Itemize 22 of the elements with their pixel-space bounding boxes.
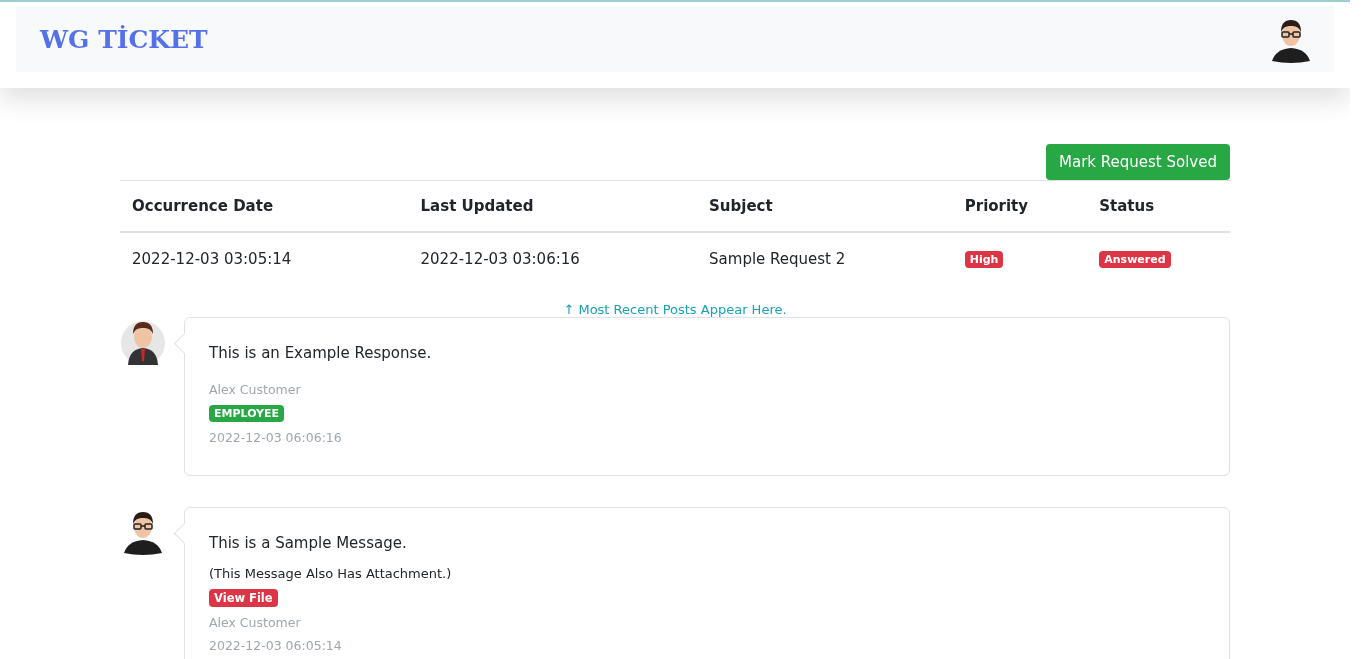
brand-logo[interactable]: WG TİCKET bbox=[40, 24, 208, 54]
column-header: Last Updated bbox=[408, 180, 698, 232]
role-badge: EMPLOYEE bbox=[209, 405, 285, 422]
view-file-link[interactable]: View File bbox=[209, 589, 278, 607]
table-cell: Sample Request 2 bbox=[697, 232, 953, 284]
mark-solved-button[interactable]: Mark Request Solved bbox=[1046, 144, 1230, 180]
table-cell: 2022-12-03 03:05:14 bbox=[120, 232, 409, 284]
posts-note: ↑ Most Recent Posts Appear Here. bbox=[562, 302, 788, 317]
author-name: Alex Customer bbox=[209, 615, 301, 630]
column-header: Status bbox=[1087, 180, 1230, 232]
column-header: Subject bbox=[697, 180, 953, 232]
table-cell: 2022-12-03 03:06:16 bbox=[408, 232, 698, 284]
message-text: This is an Example Response. bbox=[209, 344, 432, 362]
message-text: This is a Sample Message. bbox=[209, 534, 407, 552]
column-header: Priority bbox=[952, 180, 1088, 232]
post-time: 2022-12-03 06:06:16 bbox=[209, 430, 342, 445]
status-badge: Answered bbox=[1099, 251, 1171, 268]
author-name: Alex Customer bbox=[209, 382, 301, 397]
priority-badge: High bbox=[964, 251, 1004, 268]
post-time: 2022-12-03 06:05:14 bbox=[209, 638, 342, 653]
column-header: Occurrence Date bbox=[120, 180, 409, 232]
attachment-note: (This Message Also Has Attachment.) bbox=[209, 566, 452, 581]
